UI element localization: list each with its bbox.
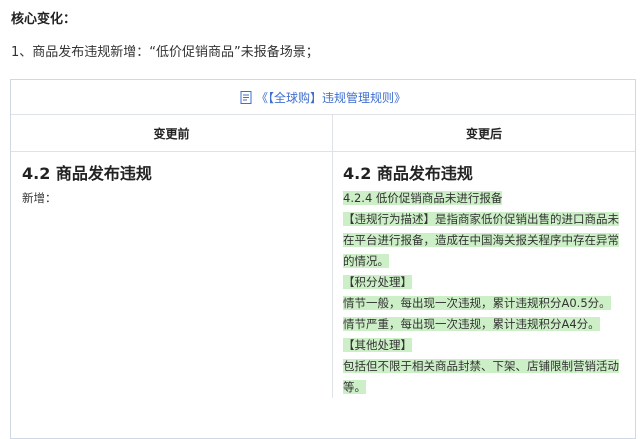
after-line: 4.2.4 低价促销商品未进行报备 <box>343 191 503 205</box>
after-line: 情节严重，每出现一次违规，累计违规积分A4分。 <box>343 317 600 331</box>
after-section-title: 4.2 商品发布违规 <box>343 164 473 183</box>
table-body-row: 4.2 商品发布违规 新增： 4.2 商品发布违规 4.2.4 低价促销商品未进… <box>11 152 635 398</box>
before-section-title: 4.2 商品发布违规 <box>22 164 152 183</box>
after-line: 情节一般，每出现一次违规，累计违规积分A0.5分。 <box>343 296 611 310</box>
after-line: 包括但不限于相关商品封禁、下架、店铺限制营销活动等。 <box>343 359 619 394</box>
table-title-text[interactable]: 《【全球购】违规管理规则》 <box>256 89 406 106</box>
comparison-table: 《【全球购】违规管理规则》 变更前 变更后 4.2 商品发布违规 新增： 4.2… <box>10 79 636 439</box>
core-changes-heading: 核心变化： <box>11 12 77 27</box>
before-cell: 4.2 商品发布违规 新增： <box>11 152 333 398</box>
after-line: 【其他处理】 <box>343 338 412 352</box>
column-header-before: 变更前 <box>11 115 333 151</box>
after-highlighted-text: 4.2.4 低价促销商品未进行报备 【违规行为描述】是指商家低价促销出售的进口商… <box>343 188 625 398</box>
table-title[interactable]: 《【全球购】违规管理规则》 <box>11 80 635 115</box>
after-line: 【积分处理】 <box>343 275 412 289</box>
before-text: 新增： <box>22 191 57 205</box>
column-header-after: 变更后 <box>465 126 502 141</box>
change-summary: 1、商品发布违规新增：“低价促销商品”未报备场景； <box>11 45 319 60</box>
table-header-row: 变更前 变更后 <box>11 115 635 152</box>
after-line: 【违规行为描述】是指商家低价促销出售的进口商品未在平台进行报备，造成在中国海关报… <box>343 212 619 268</box>
after-cell: 4.2 商品发布违规 4.2.4 低价促销商品未进行报备 【违规行为描述】是指商… <box>333 152 635 398</box>
document-icon <box>240 90 252 104</box>
